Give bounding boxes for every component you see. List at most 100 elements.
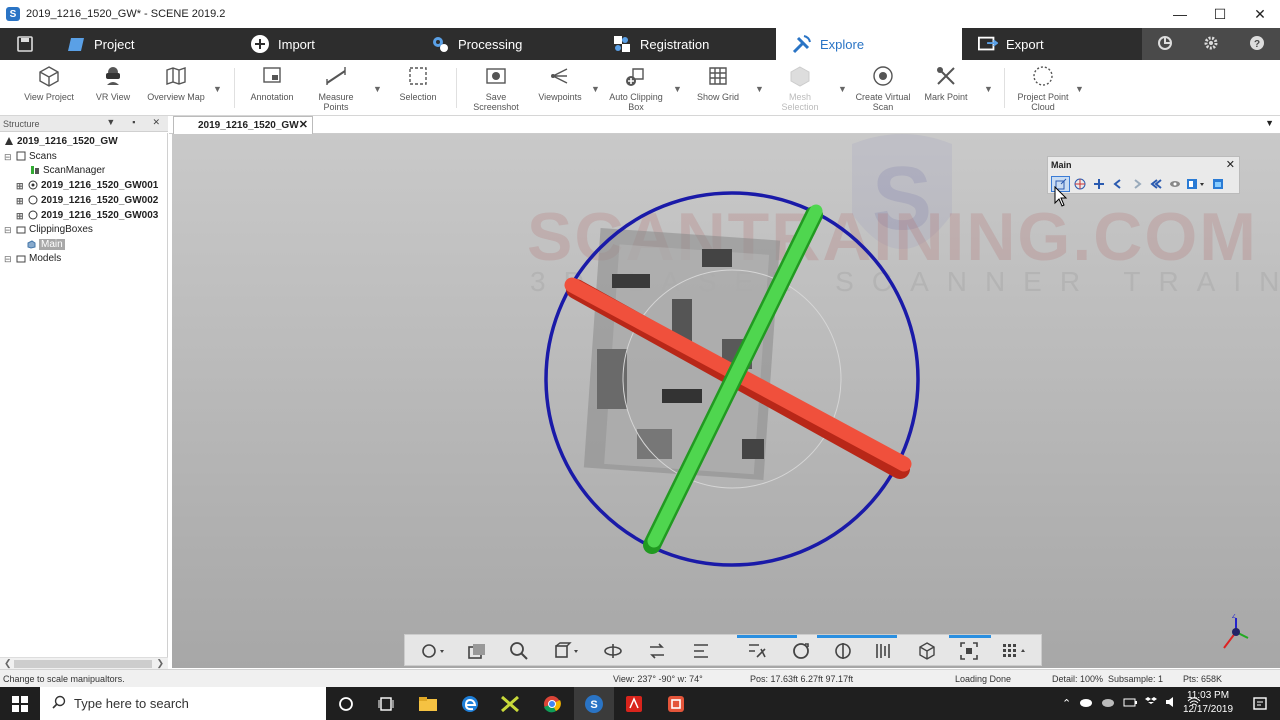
app-tool-icon[interactable] bbox=[490, 687, 530, 720]
slice-view-icon[interactable] bbox=[871, 639, 895, 663]
battery-icon[interactable] bbox=[1123, 697, 1138, 710]
doc-tab-project[interactable]: 2019_1216_1520_GW ✕ bbox=[173, 116, 313, 134]
tab-import[interactable]: Import bbox=[234, 28, 414, 60]
double-chevron-icon[interactable] bbox=[1146, 176, 1165, 192]
more-tools-grid-icon[interactable] bbox=[999, 639, 1031, 663]
3d-box-icon[interactable] bbox=[915, 639, 939, 663]
collapse-icon[interactable]: ⊟ bbox=[4, 225, 13, 235]
eye-icon[interactable] bbox=[1165, 176, 1184, 192]
maximize-button[interactable]: ☐ bbox=[1200, 0, 1240, 28]
mark-point-button[interactable]: Mark Point bbox=[922, 64, 970, 114]
tree-item-main-clipbox[interactable]: Main bbox=[26, 237, 65, 251]
collapse-icon[interactable]: ⊟ bbox=[4, 254, 13, 264]
viewpoints-button[interactable]: Viewpoints bbox=[536, 64, 584, 114]
chevron-right-icon[interactable] bbox=[1127, 176, 1146, 192]
chevron-left-icon[interactable] bbox=[1108, 176, 1127, 192]
tab-explore[interactable]: Explore bbox=[776, 28, 962, 60]
volume-icon[interactable] bbox=[1165, 696, 1179, 711]
acrobat-icon[interactable] bbox=[614, 687, 654, 720]
annotation-button[interactable]: Annotation bbox=[248, 64, 296, 114]
edge-browser-icon[interactable] bbox=[450, 687, 490, 720]
mirror-view-icon[interactable] bbox=[831, 639, 855, 663]
overview-map-button[interactable]: Overview Map bbox=[146, 64, 206, 114]
move-manipulator-icon[interactable] bbox=[1089, 176, 1108, 192]
taskbar-search-box[interactable]: Type here to search bbox=[40, 687, 326, 720]
structure-hscrollbar[interactable]: ❮ ❯ bbox=[0, 657, 168, 669]
project-point-dropdown[interactable]: ▼ bbox=[1075, 84, 1085, 94]
cloud-icon[interactable] bbox=[1101, 697, 1115, 710]
tree-item-scanmanager[interactable]: ScanManager bbox=[30, 163, 105, 177]
close-panel-icon[interactable]: ✕ bbox=[1226, 158, 1235, 171]
scroll-right-icon[interactable]: ❯ bbox=[156, 658, 164, 669]
scene-taskbar-icon[interactable]: S bbox=[574, 687, 614, 720]
camtasia-icon[interactable] bbox=[656, 687, 696, 720]
onedrive-icon[interactable] bbox=[1079, 697, 1093, 710]
scroll-left-icon[interactable]: ❮ bbox=[4, 658, 12, 669]
tree-root-project[interactable]: 2019_1216_1520_GW bbox=[4, 134, 118, 148]
tree-item-clippingboxes[interactable]: ⊟ ClippingBoxes bbox=[4, 222, 93, 236]
windows-start-button[interactable] bbox=[0, 687, 40, 720]
auto-clipping-dropdown[interactable]: ▼ bbox=[673, 84, 683, 94]
clipbox-view-icon[interactable] bbox=[1208, 176, 1227, 192]
save-screenshot-button[interactable]: Save Screenshot bbox=[470, 64, 522, 114]
tree-item-scan-002[interactable]: ⊞ 2019_1216_1520_GW002 bbox=[16, 193, 158, 207]
chrome-icon[interactable] bbox=[532, 687, 572, 720]
panel-controls[interactable]: ▼ ▪ ✕ bbox=[106, 117, 164, 128]
scroll-thumb[interactable] bbox=[14, 660, 152, 668]
rotate-manipulator-icon[interactable] bbox=[1070, 176, 1089, 192]
tab-export[interactable]: Export bbox=[962, 28, 1142, 60]
close-tab-icon[interactable]: ✕ bbox=[299, 118, 308, 131]
orbit-mode-icon[interactable] bbox=[417, 639, 449, 663]
view-cube-dropdown-icon[interactable] bbox=[551, 639, 583, 663]
show-grid-dropdown[interactable]: ▼ bbox=[755, 84, 765, 94]
selection-button[interactable]: Selection bbox=[396, 64, 440, 114]
clip-mode-icon[interactable] bbox=[1184, 176, 1208, 192]
taskbar-clock[interactable]: 11:03 PM 12/17/2019 bbox=[1180, 689, 1236, 717]
clip-hide-icon[interactable] bbox=[745, 639, 769, 663]
expand-icon[interactable]: ⊞ bbox=[16, 211, 25, 221]
zoom-icon[interactable] bbox=[507, 639, 531, 663]
tab-registration[interactable]: Registration bbox=[596, 28, 776, 60]
cortana-icon[interactable] bbox=[326, 687, 366, 720]
file-explorer-icon[interactable] bbox=[408, 687, 448, 720]
vr-view-button[interactable]: VR View bbox=[92, 64, 134, 114]
notifications-icon[interactable] bbox=[1240, 687, 1280, 720]
refresh-view-icon[interactable] bbox=[789, 639, 813, 663]
expand-icon[interactable]: ⊞ bbox=[16, 196, 25, 206]
create-virtual-scan-button[interactable]: Create Virtual Scan bbox=[854, 64, 912, 114]
flip-view-icon[interactable] bbox=[645, 639, 669, 663]
minimize-button[interactable]: — bbox=[1160, 0, 1200, 28]
tray-expand-icon[interactable]: ⌃ bbox=[1062, 697, 1071, 710]
expand-icon[interactable]: ⊞ bbox=[16, 181, 25, 191]
viewpoints-dropdown[interactable]: ▼ bbox=[591, 84, 601, 94]
sync-icon[interactable] bbox=[1157, 35, 1173, 54]
mark-point-dropdown[interactable]: ▼ bbox=[984, 84, 994, 94]
show-grid-button[interactable]: Show Grid bbox=[694, 64, 742, 114]
measure-points-dropdown[interactable]: ▼ bbox=[373, 84, 383, 94]
tree-item-models[interactable]: ⊟ Models bbox=[4, 251, 61, 265]
auto-clipping-box-button[interactable]: Auto Clipping Box bbox=[606, 64, 666, 114]
collapse-icon[interactable]: ⊟ bbox=[4, 152, 13, 162]
3d-view-viewport[interactable]: S SCANTRAINING.COM 3D LASER SCANNER TRAI… bbox=[172, 134, 1280, 668]
dropbox-icon[interactable] bbox=[1145, 696, 1158, 711]
save-project-button[interactable] bbox=[0, 28, 50, 60]
tree-item-scan-001[interactable]: ⊞ 2019_1216_1520_GW001 bbox=[16, 178, 158, 192]
align-view-icon[interactable] bbox=[689, 639, 713, 663]
settings-gear-icon[interactable] bbox=[1203, 35, 1219, 54]
tab-project[interactable]: Project bbox=[50, 28, 234, 60]
view-project-button[interactable]: View Project bbox=[22, 64, 76, 114]
tab-menu-icon[interactable]: ▼ bbox=[1265, 118, 1274, 128]
close-window-button[interactable]: ✕ bbox=[1240, 0, 1280, 28]
rotate-view-icon[interactable] bbox=[601, 639, 625, 663]
mesh-selection-button[interactable]: Mesh Selection bbox=[778, 64, 822, 114]
project-point-cloud-button[interactable]: Project Point Cloud bbox=[1014, 64, 1072, 114]
tab-processing[interactable]: Processing bbox=[414, 28, 596, 60]
measure-points-button[interactable]: Measure Points bbox=[314, 64, 358, 114]
view-layers-icon[interactable] bbox=[465, 639, 489, 663]
overview-map-dropdown[interactable]: ▼ bbox=[213, 84, 223, 94]
tree-item-scan-003[interactable]: ⊞ 2019_1216_1520_GW003 bbox=[16, 208, 158, 222]
mesh-selection-dropdown[interactable]: ▼ bbox=[838, 84, 848, 94]
focus-view-icon[interactable] bbox=[957, 639, 981, 663]
help-icon[interactable]: ? bbox=[1249, 35, 1265, 54]
task-view-icon[interactable] bbox=[366, 687, 406, 720]
